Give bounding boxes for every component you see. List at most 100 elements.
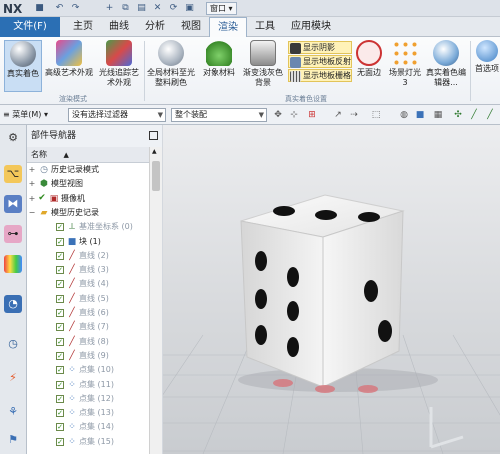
tree-row[interactable]: ✓ ╱ 直线 (6) [27, 306, 149, 320]
selection-scope-combo[interactable]: 整个装配 ▼ [171, 108, 267, 122]
paste-icon[interactable]: ▤ [136, 3, 147, 14]
history-icon[interactable]: ◷ [4, 335, 22, 353]
gear-icon[interactable]: ⚙ [4, 129, 22, 147]
tab-tools[interactable]: 工具 [247, 17, 283, 37]
tab-render[interactable]: 渲染 [209, 17, 247, 38]
process-studio-icon[interactable]: ⚡ [4, 369, 22, 387]
tree-row[interactable]: ✓ ⁘ 点集 (13) [27, 406, 149, 420]
visibility-checkbox[interactable]: ✓ [56, 223, 64, 232]
tree-row[interactable]: ✓ ╱ 直线 (2) [27, 249, 149, 263]
layer-icon[interactable]: ▦ [432, 109, 444, 121]
visibility-checkbox[interactable]: ✓ [56, 280, 64, 289]
tree-row[interactable]: ✓ ╱ 直线 (5) [27, 292, 149, 306]
visibility-checkbox[interactable]: ✓ [56, 309, 64, 317]
tree-row[interactable]: − ▰ 模型历史记录 [27, 206, 149, 220]
show-floor-reflection-button[interactable]: 显示地板反射 [288, 55, 352, 68]
expand-icon[interactable]: + [28, 192, 36, 206]
select-icon[interactable]: ⊞ [306, 109, 318, 121]
undo-icon[interactable]: ↶ [54, 3, 65, 14]
show-floor-grid-button[interactable]: 显示地板栅格 [288, 69, 352, 82]
system-scene-icon[interactable]: ⚑ [4, 431, 22, 449]
view-shaded-icon[interactable]: ◍ [398, 109, 410, 121]
global-material-button[interactable]: 全局材料至光整料刷色 [146, 40, 196, 92]
preferences-button[interactable]: 首选项 [474, 40, 500, 92]
expand-icon[interactable]: + [28, 177, 36, 191]
tree-row[interactable]: ✓ ⁘ 点集 (15) [27, 435, 149, 449]
tree-row[interactable]: ✓ ╱ 直线 (7) [27, 320, 149, 334]
tab-view[interactable]: 视图 [173, 17, 209, 37]
visibility-checkbox[interactable]: ✓ [56, 437, 64, 446]
tree-row[interactable]: ✓ ╱ 直线 (8) [27, 335, 149, 349]
tree-row[interactable]: ✓ ╱ 直线 (4) [27, 277, 149, 291]
show-shadows-button[interactable]: 显示阴影 [288, 41, 352, 54]
ray-traced-studio-button[interactable]: 光线追踪艺术外观 [96, 40, 142, 92]
visibility-checkbox[interactable]: ✓ [56, 237, 64, 246]
curve-snap-icon[interactable]: ╱ [484, 109, 496, 121]
visibility-checkbox[interactable]: ✓ [56, 366, 64, 375]
no-face-edges-button[interactable]: 无面边 [354, 40, 384, 92]
tree-row[interactable]: ✓ ⁘ 点集 (14) [27, 420, 149, 434]
navigator-scrollbar[interactable]: ▲ [149, 147, 162, 454]
tab-home[interactable]: 主页 [65, 17, 101, 37]
visibility-checkbox[interactable]: ✓ [56, 351, 64, 360]
arrow-icon[interactable]: ↗ [332, 109, 344, 121]
redo-icon[interactable]: ↷ [70, 3, 81, 14]
tab-application[interactable]: 应用模块 [283, 17, 339, 37]
tab-analysis[interactable]: 分析 [137, 17, 173, 37]
link-icon[interactable]: ⇢ [348, 109, 360, 121]
visibility-checkbox[interactable]: ✓ [56, 266, 64, 275]
scroll-thumb[interactable] [152, 161, 160, 191]
tree-row[interactable]: ✓ ⁘ 点集 (12) [27, 392, 149, 406]
assembly-navigator-icon[interactable]: ⧓ [4, 195, 22, 213]
visibility-checkbox[interactable]: ✓ [56, 323, 64, 332]
part-navigator-icon[interactable]: ⌥ [4, 165, 22, 183]
navigator-column-header[interactable]: 名称 ▲ [27, 147, 149, 163]
reuse-library-icon[interactable] [4, 255, 22, 273]
advanced-studio-button[interactable]: 高级艺术外观 [44, 40, 94, 92]
visibility-checkbox[interactable]: ✓ [56, 294, 64, 303]
box-select-icon[interactable]: ⬚ [370, 109, 382, 121]
check-icon[interactable]: ✔ [38, 193, 46, 203]
tree-row[interactable]: ✓ ⟂ 基准坐标系 (0) [27, 220, 149, 234]
lock-icon[interactable]: ▣ [184, 3, 195, 14]
visibility-checkbox[interactable]: ✓ [56, 394, 64, 403]
visibility-checkbox[interactable]: ✓ [56, 380, 64, 389]
cube-icon[interactable]: ■ [414, 109, 426, 121]
roles-icon[interactable]: ⚘ [4, 403, 22, 421]
constraint-navigator-icon[interactable]: ⊶ [4, 225, 22, 243]
tree-row[interactable]: ✓ ╱ 直线 (3) [27, 263, 149, 277]
menu-button[interactable]: ≡ 菜单(M) ▾ [3, 109, 48, 121]
visibility-checkbox[interactable]: ✓ [56, 337, 64, 346]
object-material-button[interactable]: 对象材料 [198, 40, 240, 92]
maximize-icon[interactable] [149, 131, 158, 140]
point-snap-icon[interactable]: ✣ [452, 109, 464, 121]
copy-icon[interactable]: ⧉ [120, 3, 131, 14]
tree-row[interactable]: ✓ ╱ 直线 (9) [27, 349, 149, 363]
web-browser-icon[interactable]: ◔ [4, 295, 22, 313]
tree-row[interactable]: ✓ ⁘ 点集 (11) [27, 378, 149, 392]
scene-lights-button[interactable]: 场景灯光 3 [386, 40, 424, 92]
tree-row[interactable]: ✓ ⁘ 点集 (10) [27, 363, 149, 377]
delete-icon[interactable]: ✕ [152, 3, 163, 14]
true-shading-editor-button[interactable]: 真实着色编辑器... [426, 40, 466, 92]
graphics-viewport[interactable] [163, 125, 500, 454]
tree-row[interactable]: + ✔ ▣ 摄像机 [27, 192, 149, 206]
tree-row[interactable]: ✓ ■ 块 (1) [27, 235, 149, 249]
window-menu[interactable]: 窗口 ▾ [206, 2, 237, 15]
visibility-checkbox[interactable]: ✓ [56, 251, 64, 260]
snap-point-icon[interactable]: ⊹ [288, 109, 300, 121]
collapse-icon[interactable]: − [28, 206, 36, 220]
crosshair-icon[interactable]: + [104, 3, 115, 14]
tree-row[interactable]: + ◷ 历史记录模式 [27, 163, 149, 177]
scroll-up-icon[interactable]: ▲ [152, 148, 157, 155]
line-snap-icon[interactable]: ╱ [468, 109, 480, 121]
selection-filter-combo[interactable]: 没有选择过滤器 ▼ [68, 108, 166, 122]
expand-icon[interactable]: + [28, 163, 36, 177]
tree-row[interactable]: + ⬢ 模型视图 [27, 177, 149, 191]
visibility-checkbox[interactable]: ✓ [56, 409, 64, 418]
save-icon[interactable]: ■ [34, 3, 45, 14]
repeat-icon[interactable]: ⟳ [168, 3, 179, 14]
gradient-background-button[interactable]: 渐变浅灰色背景 [242, 40, 284, 92]
snap-icon[interactable]: ✥ [272, 109, 284, 121]
tab-curve[interactable]: 曲线 [101, 17, 137, 37]
